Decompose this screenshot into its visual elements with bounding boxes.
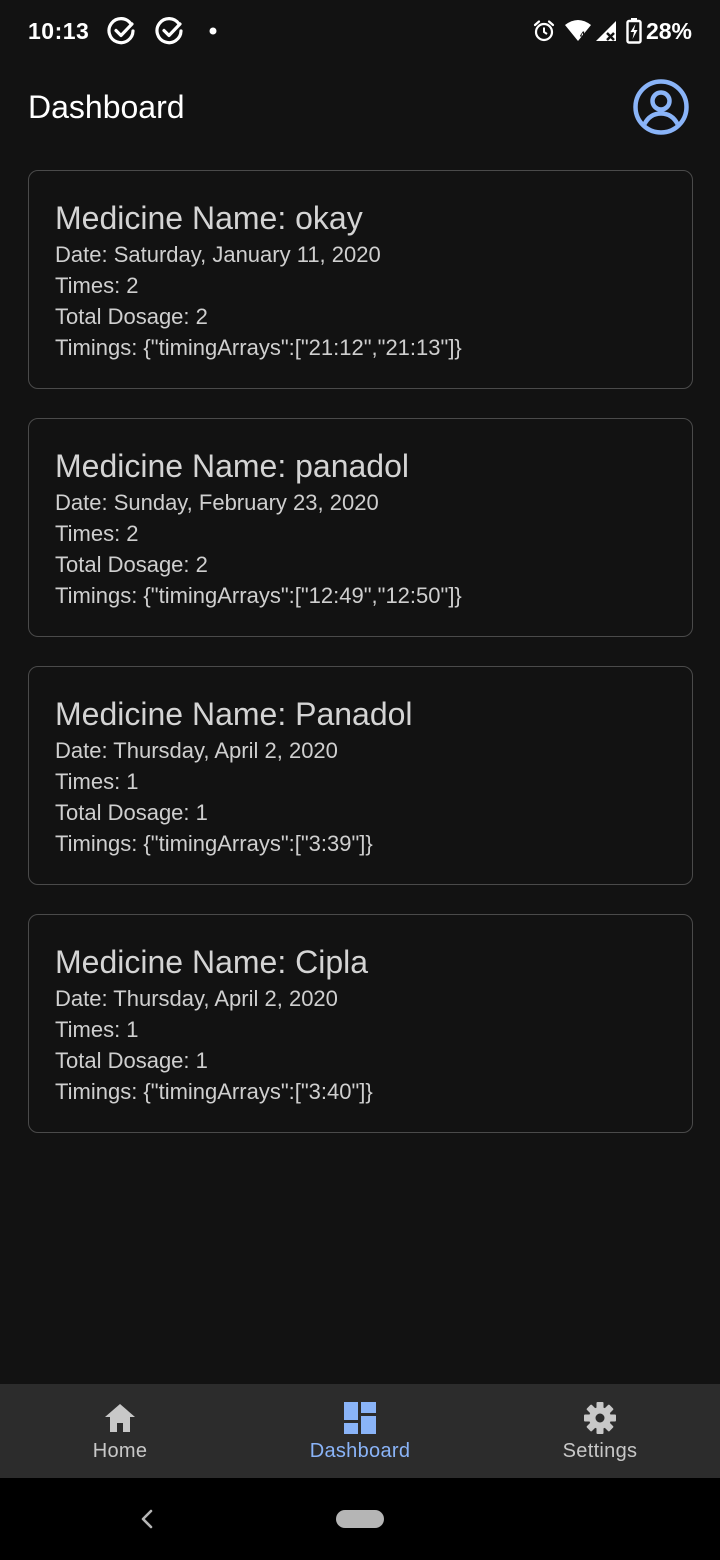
bottom-navigation: Home Dashboard Settings bbox=[0, 1384, 720, 1478]
medicine-timings: Timings: {"timingArrays":["3:39"]} bbox=[55, 831, 373, 856]
wifi-icon: 4 bbox=[564, 19, 592, 43]
nav-item-dashboard[interactable]: Dashboard bbox=[240, 1384, 480, 1478]
screen: 10:13 4 28% Dashboard Medicine Name: oka… bbox=[0, 0, 720, 1560]
medicine-timings: Timings: {"timingArrays":["3:40"]} bbox=[55, 1079, 373, 1104]
medicine-card[interactable]: Medicine Name: Panadol Date: Thursday, A… bbox=[28, 666, 693, 885]
dot-icon bbox=[209, 27, 217, 35]
nav-label-home: Home bbox=[92, 1439, 148, 1462]
medicine-dosage: Total Dosage: 2 bbox=[55, 304, 208, 329]
back-button[interactable] bbox=[132, 1502, 162, 1536]
medicine-times: Times: 2 bbox=[55, 521, 139, 546]
battery-charging-icon bbox=[626, 18, 642, 44]
medicine-card-list: Medicine Name: okay Date: Saturday, Janu… bbox=[28, 170, 693, 1162]
medicine-name: Medicine Name: Panadol bbox=[55, 696, 413, 732]
check-circle-icon bbox=[107, 16, 137, 46]
status-left: 10:13 bbox=[28, 16, 217, 46]
medicine-date: Date: Thursday, April 2, 2020 bbox=[55, 986, 338, 1011]
medicine-times: Times: 1 bbox=[55, 1017, 139, 1042]
app-header: Dashboard bbox=[0, 62, 720, 152]
page-title: Dashboard bbox=[28, 88, 185, 125]
medicine-date: Date: Saturday, January 11, 2020 bbox=[55, 242, 381, 267]
medicine-dosage: Total Dosage: 1 bbox=[55, 800, 208, 825]
status-time: 10:13 bbox=[28, 17, 90, 44]
medicine-name: Medicine Name: Cipla bbox=[55, 944, 369, 980]
status-bar: 10:13 4 28% bbox=[0, 0, 720, 62]
medicine-name: Medicine Name: panadol bbox=[55, 448, 409, 484]
status-right: 4 28% bbox=[524, 18, 692, 45]
gear-icon bbox=[583, 1400, 617, 1436]
medicine-date: Date: Thursday, April 2, 2020 bbox=[55, 738, 338, 763]
medicine-card[interactable]: Medicine Name: okay Date: Saturday, Janu… bbox=[28, 170, 693, 389]
signal-icon bbox=[594, 19, 618, 43]
medicine-dosage: Total Dosage: 1 bbox=[55, 1048, 208, 1073]
alarm-icon bbox=[532, 19, 556, 43]
home-gesture-pill[interactable] bbox=[336, 1510, 384, 1528]
medicine-timings: Timings: {"timingArrays":["12:49","12:50… bbox=[55, 583, 462, 608]
nav-label-dashboard: Dashboard bbox=[309, 1439, 411, 1462]
profile-button[interactable] bbox=[632, 78, 690, 136]
medicine-card[interactable]: Medicine Name: Cipla Date: Thursday, Apr… bbox=[28, 914, 693, 1133]
medicine-date: Date: Sunday, February 23, 2020 bbox=[55, 490, 379, 515]
dashboard-icon bbox=[344, 1400, 376, 1436]
system-navigation-bar bbox=[0, 1478, 720, 1560]
nav-item-home[interactable]: Home bbox=[0, 1384, 240, 1478]
account-circle-icon bbox=[633, 79, 689, 135]
medicine-times: Times: 1 bbox=[55, 769, 139, 794]
medicine-dosage: Total Dosage: 2 bbox=[55, 552, 208, 577]
nav-item-settings[interactable]: Settings bbox=[480, 1384, 720, 1478]
chevron-left-icon bbox=[141, 1509, 153, 1529]
medicine-name: Medicine Name: okay bbox=[55, 200, 363, 236]
medicine-card[interactable]: Medicine Name: panadol Date: Sunday, Feb… bbox=[28, 418, 693, 637]
home-icon bbox=[103, 1400, 137, 1436]
nav-label-settings: Settings bbox=[562, 1439, 638, 1462]
medicine-timings: Timings: {"timingArrays":["21:12","21:13… bbox=[55, 335, 462, 360]
medicine-times: Times: 2 bbox=[55, 273, 139, 298]
check-circle-icon bbox=[155, 16, 185, 46]
battery-percentage: 28% bbox=[645, 17, 692, 44]
svg-text:4: 4 bbox=[580, 30, 585, 40]
